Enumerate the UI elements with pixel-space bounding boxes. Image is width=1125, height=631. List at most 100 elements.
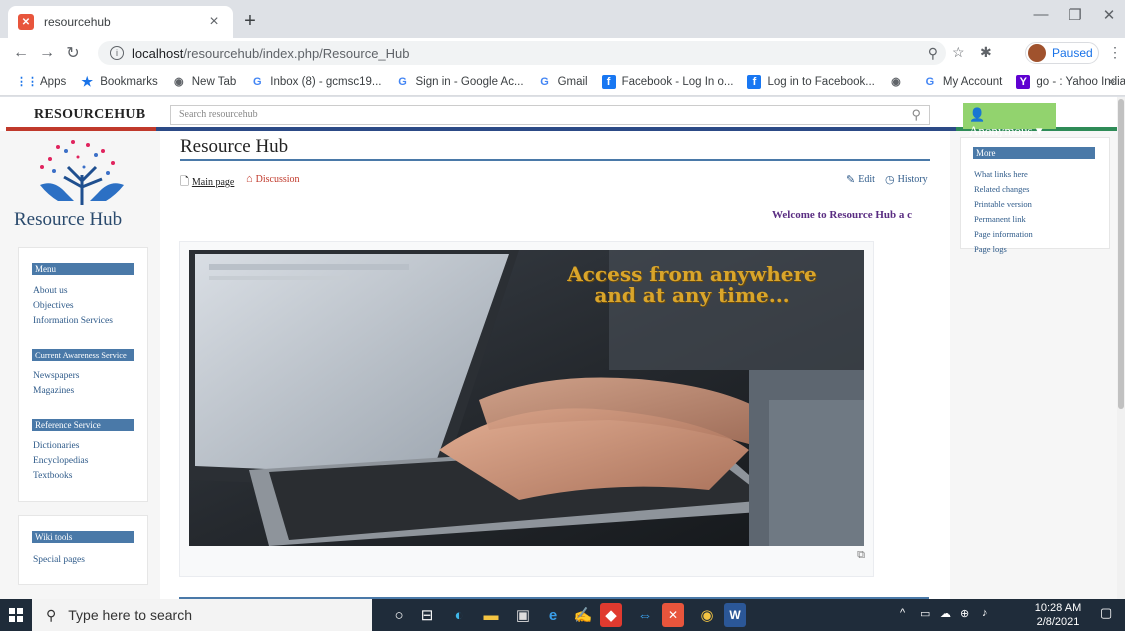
reload-icon[interactable]: ↻ <box>60 43 86 63</box>
bookmark-item[interactable]: ◉ New Tab <box>172 75 236 89</box>
browser-toolbar: ← → ↻ i localhost/resourcehub/index.php/… <box>0 38 1125 68</box>
word-icon[interactable]: W <box>724 603 746 627</box>
bookmark-item[interactable]: f Log in to Facebook... <box>747 74 875 89</box>
more-item-page-logs[interactable]: Page logs <box>974 244 1007 254</box>
google-icon: G <box>253 75 262 88</box>
wiki-header: RESOURCEHUB Search resourcehub ⚲ <box>0 97 1125 131</box>
back-icon[interactable]: ← <box>8 44 34 62</box>
file-explorer-icon[interactable]: ▬ <box>478 603 504 627</box>
forward-icon[interactable]: → <box>34 44 60 62</box>
facebook-icon: f <box>747 74 762 89</box>
browser-tab[interactable]: ✕ resourcehub × <box>8 6 233 38</box>
minimize-icon[interactable]: — <box>1026 6 1056 23</box>
system-clock[interactable]: 10:28 AM 2/8/2021 <box>1030 601 1086 629</box>
more-item-page-information[interactable]: Page information <box>974 229 1033 239</box>
volume-icon[interactable]: ♪ <box>982 607 988 619</box>
chevron-down-icon: ▾ <box>1035 123 1043 138</box>
xampp-icon[interactable]: ✕ <box>662 603 684 627</box>
tab-discussion[interactable]: ⌂ Discussion <box>246 173 300 185</box>
battery-icon[interactable]: ▭ <box>920 607 930 620</box>
search-input[interactable]: Search resourcehub ⚲ <box>170 105 930 125</box>
more-item-printable-version[interactable]: Printable version <box>974 199 1032 209</box>
close-window-icon[interactable]: ✕ <box>1094 6 1124 24</box>
logo-text: Resource Hub <box>14 209 123 230</box>
globe-icon: ◉ <box>173 76 184 88</box>
sidebar-item-magazines[interactable]: Magazines <box>33 386 74 396</box>
sidebar-item-dictionaries[interactable]: Dictionaries <box>33 441 79 451</box>
network-icon[interactable]: ⊕ <box>960 607 969 620</box>
sidebar-heading-cas: Current Awareness Service <box>32 349 134 361</box>
header-stripe-red <box>6 127 156 131</box>
windows-taskbar: ⚲ Type here to search ○ ⊟ ◐ ▬ ▣ e ✍ ◆ ⇔ … <box>0 599 1125 631</box>
laptop-typing-image[interactable]: Access from anywhere and at any time... <box>189 250 864 546</box>
bookmark-item[interactable]: ★ Bookmarks <box>80 74 157 89</box>
task-view-icon[interactable]: ⊟ <box>414 603 440 627</box>
notifications-icon[interactable]: ▢ <box>1100 605 1112 621</box>
sidebar-item-special-pages[interactable]: Special pages <box>33 555 85 565</box>
onedrive-icon[interactable]: ☁ <box>940 607 951 620</box>
new-tab-button[interactable]: + <box>238 10 262 33</box>
bookmark-item[interactable]: G My Account <box>923 75 1003 89</box>
sidebar-item-about-us[interactable]: About us <box>33 286 68 296</box>
clock-time: 10:28 AM <box>1034 602 1082 614</box>
sidebar-item-information-services[interactable]: Information Services <box>33 316 113 326</box>
bookmark-item[interactable]: G Gmail <box>538 75 587 89</box>
scrollbar-thumb[interactable] <box>1118 99 1124 409</box>
sidebar-heading-menu: Menu <box>32 263 134 275</box>
tab-main-page[interactable]: 🗋 Main page <box>180 173 234 192</box>
tag-icon: ⌂ <box>246 173 253 185</box>
taskbar-search-placeholder: Type here to search <box>68 607 193 623</box>
chrome-icon[interactable]: ◉ <box>694 603 720 627</box>
bookmark-star-icon[interactable]: ☆ <box>952 44 965 61</box>
sidebar-item-newspapers[interactable]: Newspapers <box>33 371 79 381</box>
bookmark-item[interactable]: ◉ <box>889 75 909 89</box>
bookmarks-more-icon[interactable]: » <box>1108 74 1115 88</box>
taskbar-search-input[interactable]: ⚲ Type here to search <box>32 599 372 631</box>
sidebar-heading-wiki-tools: Wiki tools <box>32 531 134 543</box>
site-brand[interactable]: RESOURCEHUB <box>34 107 145 123</box>
globe-icon: ◉ <box>891 76 901 88</box>
show-hidden-icons-icon[interactable]: ^ <box>900 607 905 619</box>
profile-button[interactable]: Paused <box>1025 42 1099 64</box>
start-button[interactable] <box>0 599 32 631</box>
url-path: /resourcehub/index.php/Resource_Hub <box>183 45 410 61</box>
sidebar-item-objectives[interactable]: Objectives <box>33 301 74 311</box>
facebook-icon: f <box>601 74 616 89</box>
restore-icon[interactable]: ❐ <box>1060 6 1090 24</box>
image-thumbnail: Access from anywhere and at any time... … <box>179 241 874 577</box>
site-info-icon[interactable]: i <box>110 46 124 60</box>
zoom-icon[interactable]: ⚲ <box>928 45 938 62</box>
edge-icon[interactable]: ◐ <box>446 603 472 627</box>
enlarge-icon[interactable]: ⧉ <box>857 549 865 562</box>
tab-title: resourcehub <box>44 15 111 29</box>
pen-app-icon[interactable]: ✍ <box>570 603 596 627</box>
bookmark-item[interactable]: f Facebook - Log In o... <box>601 74 733 89</box>
close-tab-icon[interactable]: × <box>205 13 223 31</box>
more-item-permanent-link[interactable]: Permanent link <box>974 214 1026 224</box>
windows-logo-icon <box>9 608 23 622</box>
yahoo-icon: Y <box>1016 74 1031 89</box>
more-item-what-links-here[interactable]: What links here <box>974 169 1028 179</box>
image-caption: Access from anywhere and at any time... <box>567 262 817 307</box>
bookmark-item[interactable]: ⋮⋮ Apps <box>16 75 66 89</box>
bookmark-item[interactable]: G Sign in - Google Ac... <box>396 75 523 89</box>
anydesk-icon[interactable]: ◆ <box>600 603 622 627</box>
address-bar[interactable]: i localhost/resourcehub/index.php/Resour… <box>98 41 946 65</box>
pencil-icon: ✎ <box>846 174 856 186</box>
tab-history[interactable]: ◷ History <box>885 173 928 186</box>
user-menu-button[interactable]: 👤 Anonymous ▾ <box>963 103 1056 138</box>
cortana-icon[interactable]: ○ <box>386 603 412 627</box>
search-icon[interactable]: ⚲ <box>911 107 921 123</box>
wiki-tools-panel <box>18 515 148 585</box>
tab-edit[interactable]: ✎ Edit <box>846 173 875 186</box>
page-title: Resource Hub <box>180 136 289 157</box>
internet-explorer-icon[interactable]: e <box>540 603 566 627</box>
bookmark-item[interactable]: G Inbox (8) - gcmsc19... <box>250 75 382 89</box>
sidebar-item-textbooks[interactable]: Textbooks <box>33 471 72 481</box>
sidebar-item-encyclopedias[interactable]: Encyclopedias <box>33 456 88 466</box>
extensions-icon[interactable]: ✱ <box>980 44 992 61</box>
more-item-related-changes[interactable]: Related changes <box>974 184 1029 194</box>
store-icon[interactable]: ▣ <box>510 603 536 627</box>
teamviewer-icon[interactable]: ⇔ <box>632 603 658 627</box>
chrome-menu-icon[interactable]: ⋮ <box>1108 44 1122 61</box>
